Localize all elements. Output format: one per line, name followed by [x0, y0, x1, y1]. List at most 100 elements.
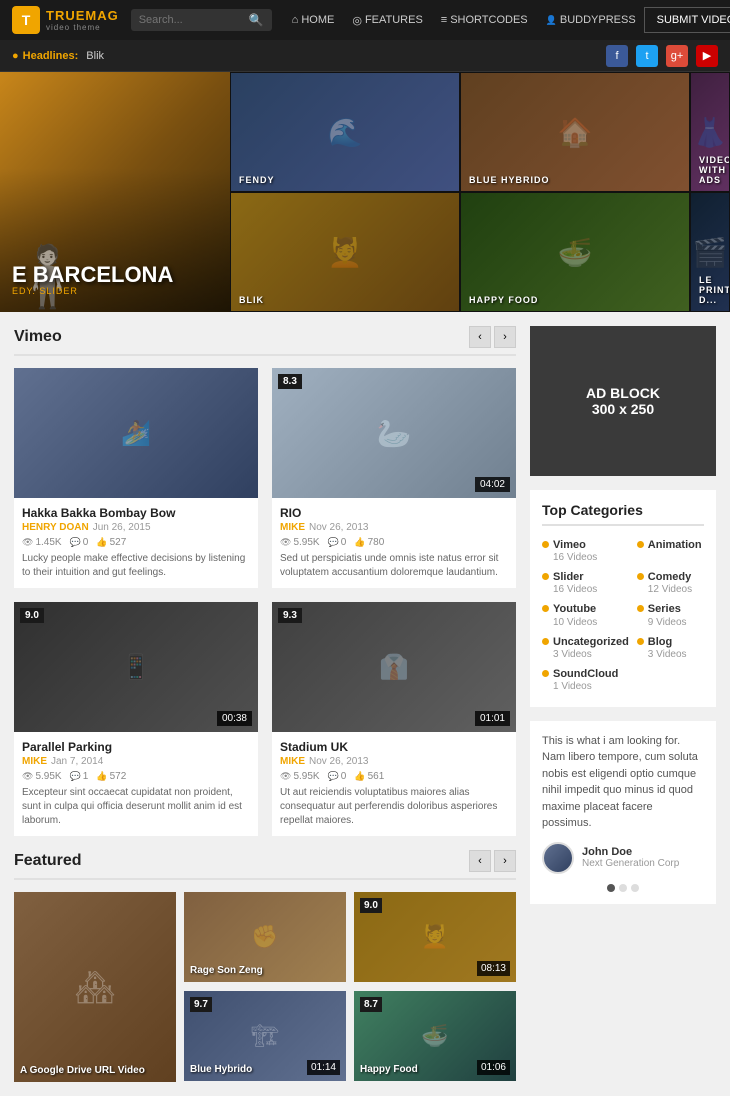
buddy-icon [546, 14, 557, 26]
cat-soundcloud[interactable]: SoundCloud 1 Videos [542, 665, 629, 695]
video-desc-1: Lucky people make effective decisions by… [22, 552, 250, 580]
video-author-2: MIKE [280, 522, 305, 533]
testimonial-block: This is what i am looking for. Nam liber… [530, 721, 716, 904]
video-thumb-2[interactable]: 🦢 8.3 04:02 [272, 368, 516, 498]
cat-blog[interactable]: Blog 3 Videos [637, 633, 704, 663]
featured-main[interactable]: 🏘 A Google Drive URL Video [14, 892, 176, 1082]
nav-shortcodes[interactable]: SHORTCODES [433, 14, 536, 26]
hero-grid: 🧍 E BARCELONA EDY. SLIDER 🌊 FENDY 🏠 BLUE… [0, 72, 730, 312]
logo-text-block: TRUEMAG video theme [46, 8, 119, 32]
nav-features[interactable]: FEATURES [344, 14, 430, 27]
featured-next-button[interactable]: › [494, 850, 516, 872]
hero-label-leprintemps: LE PRINTEMPS D... [699, 275, 730, 305]
featured-dur-blik: 08:13 [477, 961, 510, 976]
featured-thumb-rage[interactable]: ✊ Rage Son Zeng [184, 892, 346, 982]
googleplus-icon[interactable]: g+ [666, 45, 688, 67]
search-icon: 🔍 [249, 13, 264, 27]
dot-3[interactable] [631, 884, 639, 892]
categories-grid: Vimeo 16 Videos Animation Slider 16 Vide… [542, 536, 704, 695]
hero-cell-blik[interactable]: 💆 BLIK [230, 192, 460, 312]
video-score-3: 9.0 [20, 608, 44, 623]
video-date-1: Jun 26, 2015 [93, 522, 151, 533]
video-stats-4: 👁5.95K 💬0 👍561 [280, 771, 508, 782]
submit-video-button[interactable]: SUBMIT VIDEO [644, 7, 730, 33]
cat-name-slider: Slider [553, 571, 597, 584]
video-card-2: 🦢 8.3 04:02 RIO MIKE Nov 26, 2013 👁5.95K… [272, 368, 516, 588]
vimeo-prev-button[interactable]: ‹ [469, 326, 491, 348]
video-title-3[interactable]: Parallel Parking [22, 740, 250, 754]
featured-bluehybrido[interactable]: 🏗 Blue Hybrido 9.7 01:14 [184, 991, 346, 1082]
video-thumb-3[interactable]: 📱 9.0 00:38 [14, 602, 258, 732]
cat-dot-slider [542, 573, 549, 580]
cat-dot-blog [637, 638, 644, 645]
video-thumb-4[interactable]: 👔 9.3 01:01 [272, 602, 516, 732]
featured-title: Featured [14, 852, 82, 870]
cat-name-blog: Blog [648, 636, 687, 649]
cat-youtube[interactable]: Youtube 10 Videos [542, 600, 629, 630]
video-info-4: Stadium UK MIKE Nov 26, 2013 👁5.95K 💬0 👍… [272, 732, 516, 836]
dot-1[interactable] [607, 884, 615, 892]
hero-cell-bluehybrido[interactable]: 🏠 BLUE HYBRIDO [460, 72, 690, 192]
featured-section-header: Featured ‹ › [14, 850, 516, 880]
facebook-icon[interactable]: f [606, 45, 628, 67]
views-icon-3: 👁 [22, 771, 33, 782]
featured-blik[interactable]: 💆 9.0 08:13 [354, 892, 516, 983]
video-meta-4: MIKE Nov 26, 2013 [280, 756, 508, 767]
hero-cell-happyfood[interactable]: 🍜 HAPPY FOOD [460, 192, 690, 312]
twitter-icon[interactable]: t [636, 45, 658, 67]
hero-cell-fendy[interactable]: 🌊 FENDY [230, 72, 460, 192]
cat-name-uncategorized: Uncategorized [553, 636, 629, 649]
views-icon: 👁 [22, 537, 33, 548]
hero-main[interactable]: 🧍 E BARCELONA EDY. SLIDER [0, 72, 230, 312]
search-bar[interactable]: 🔍 [131, 9, 272, 31]
cat-count-slider: 16 Videos [553, 584, 597, 595]
hero-cell-leprintemps[interactable]: 🎬 LE PRINTEMPS D... [690, 192, 730, 312]
cat-series[interactable]: Series 9 Videos [637, 600, 704, 630]
logo-tagline: video theme [46, 23, 119, 32]
cat-vimeo[interactable]: Vimeo 16 Videos [542, 536, 629, 566]
featured-thumb-blue[interactable]: 🏗 Blue Hybrido 9.7 01:14 [184, 991, 346, 1081]
search-input[interactable] [139, 14, 249, 26]
top-categories: Top Categories Vimeo 16 Videos Animation [530, 490, 716, 707]
featured-happyfood[interactable]: 🍜 Happy Food 8.7 01:06 [354, 991, 516, 1082]
video-title-2[interactable]: RIO [280, 506, 508, 520]
dot-2[interactable] [619, 884, 627, 892]
featured-score-blik: 9.0 [360, 898, 382, 913]
youtube-icon[interactable]: ▶ [696, 45, 718, 67]
main-container: Vimeo ‹ › 🏄 Hakka Bakka Bombay Bow HENRY… [0, 312, 730, 1096]
video-stats-3: 👁5.95K 💬1 👍572 [22, 771, 250, 782]
likes-icon: 👍 [96, 537, 107, 548]
logo[interactable]: T TRUEMAG video theme [12, 6, 119, 34]
video-score-4: 9.3 [278, 608, 302, 623]
nav-buddypress[interactable]: BUDDYPRESS [538, 14, 644, 26]
featured-rage[interactable]: ✊ Rage Son Zeng [184, 892, 346, 983]
video-stats-1: 👁1.45K 💬0 👍527 [22, 537, 250, 548]
social-icons: f t g+ ▶ [606, 45, 718, 67]
carousel-dots [542, 884, 704, 892]
content-area: Vimeo ‹ › 🏄 Hakka Bakka Bombay Bow HENRY… [0, 312, 530, 1096]
video-title-4[interactable]: Stadium UK [280, 740, 508, 754]
featured-thumb-happy[interactable]: 🍜 Happy Food 8.7 01:06 [354, 991, 516, 1081]
video-title-1[interactable]: Hakka Bakka Bombay Bow [22, 506, 250, 520]
featured-prev-button[interactable]: ‹ [469, 850, 491, 872]
featured-thumb-blik[interactable]: 💆 9.0 08:13 [354, 892, 516, 982]
cat-slider[interactable]: Slider 16 Videos [542, 568, 629, 598]
video-duration-2: 04:02 [475, 477, 510, 492]
cat-count-series: 9 Videos [648, 617, 687, 628]
cat-uncategorized[interactable]: Uncategorized 3 Videos [542, 633, 629, 663]
cat-dot-series [637, 605, 644, 612]
cat-count-uncategorized: 3 Videos [553, 649, 629, 660]
featured-thumb-main[interactable]: 🏘 A Google Drive URL Video [14, 892, 176, 1082]
nav-home[interactable]: HOME [284, 14, 343, 26]
vimeo-nav-arrows: ‹ › [469, 326, 516, 348]
cat-comedy[interactable]: Comedy 12 Videos [637, 568, 704, 598]
vimeo-next-button[interactable]: › [494, 326, 516, 348]
views-icon-4: 👁 [280, 771, 291, 782]
cat-animation[interactable]: Animation [637, 536, 704, 566]
sidebar: AD BLOCK 300 x 250 Top Categories Vimeo … [530, 312, 730, 1096]
hero-cell-videowithads[interactable]: 👗 VIDEO WITH ADS [690, 72, 730, 192]
author-info: John Doe Next Generation Corp [582, 846, 679, 869]
video-thumb-1[interactable]: 🏄 [14, 368, 258, 498]
video-card-1: 🏄 Hakka Bakka Bombay Bow HENRY DOAN Jun … [14, 368, 258, 588]
featured-grid: 🏘 A Google Drive URL Video ✊ Rage Son Ze… [14, 892, 516, 1082]
